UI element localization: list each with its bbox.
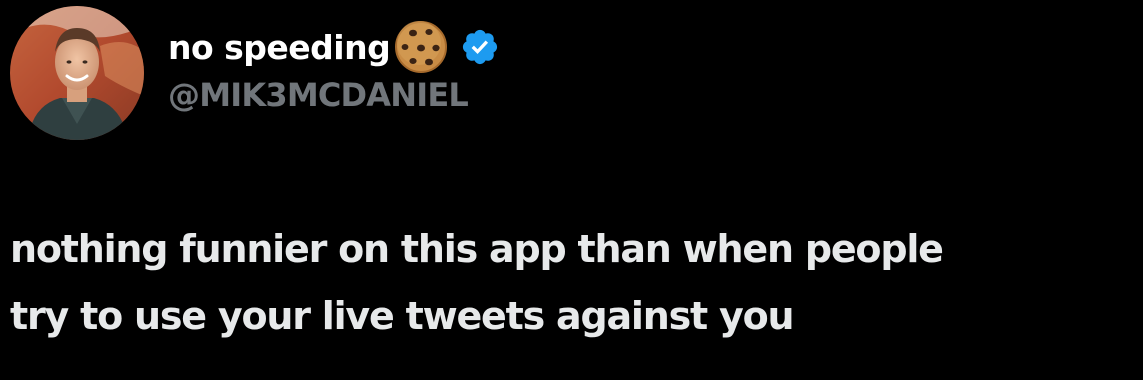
cookie-icon: [392, 18, 450, 76]
avatar[interactable]: [10, 6, 144, 140]
tweet-text-line-2: try to use your live tweets against you: [10, 294, 795, 338]
verified-badge-icon[interactable]: [460, 27, 500, 67]
tweet-card: no speeding @MIK3MCDANIEL nothing funnie…: [0, 0, 1143, 380]
author-name-row[interactable]: no speeding: [168, 21, 500, 73]
tweet-body: nothing funnier on this app than when pe…: [10, 216, 1135, 350]
avatar-photo: [10, 6, 144, 140]
author-display-name[interactable]: no speeding: [168, 31, 391, 64]
tweet-text-line-1: nothing funnier on this app than when pe…: [10, 227, 944, 271]
author-handle[interactable]: @MIK3MCDANIEL: [168, 79, 469, 111]
